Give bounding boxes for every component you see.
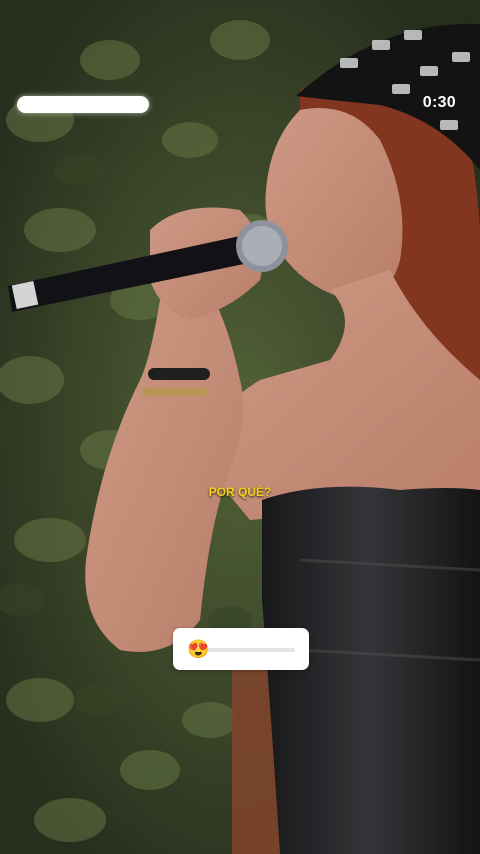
slider-track[interactable] [207,648,295,652]
story-timer: 0:30 [422,94,456,111]
story-viewer[interactable]: 0:30 POR QUÊ? 😍 [0,0,480,854]
story-caption: POR QUÊ? [208,485,272,499]
username-redacted-bar [17,96,149,113]
emoji-slider-sticker[interactable]: 😍 [173,628,309,670]
story-photo [0,0,480,854]
heart-eyes-emoji-icon[interactable]: 😍 [187,639,209,659]
